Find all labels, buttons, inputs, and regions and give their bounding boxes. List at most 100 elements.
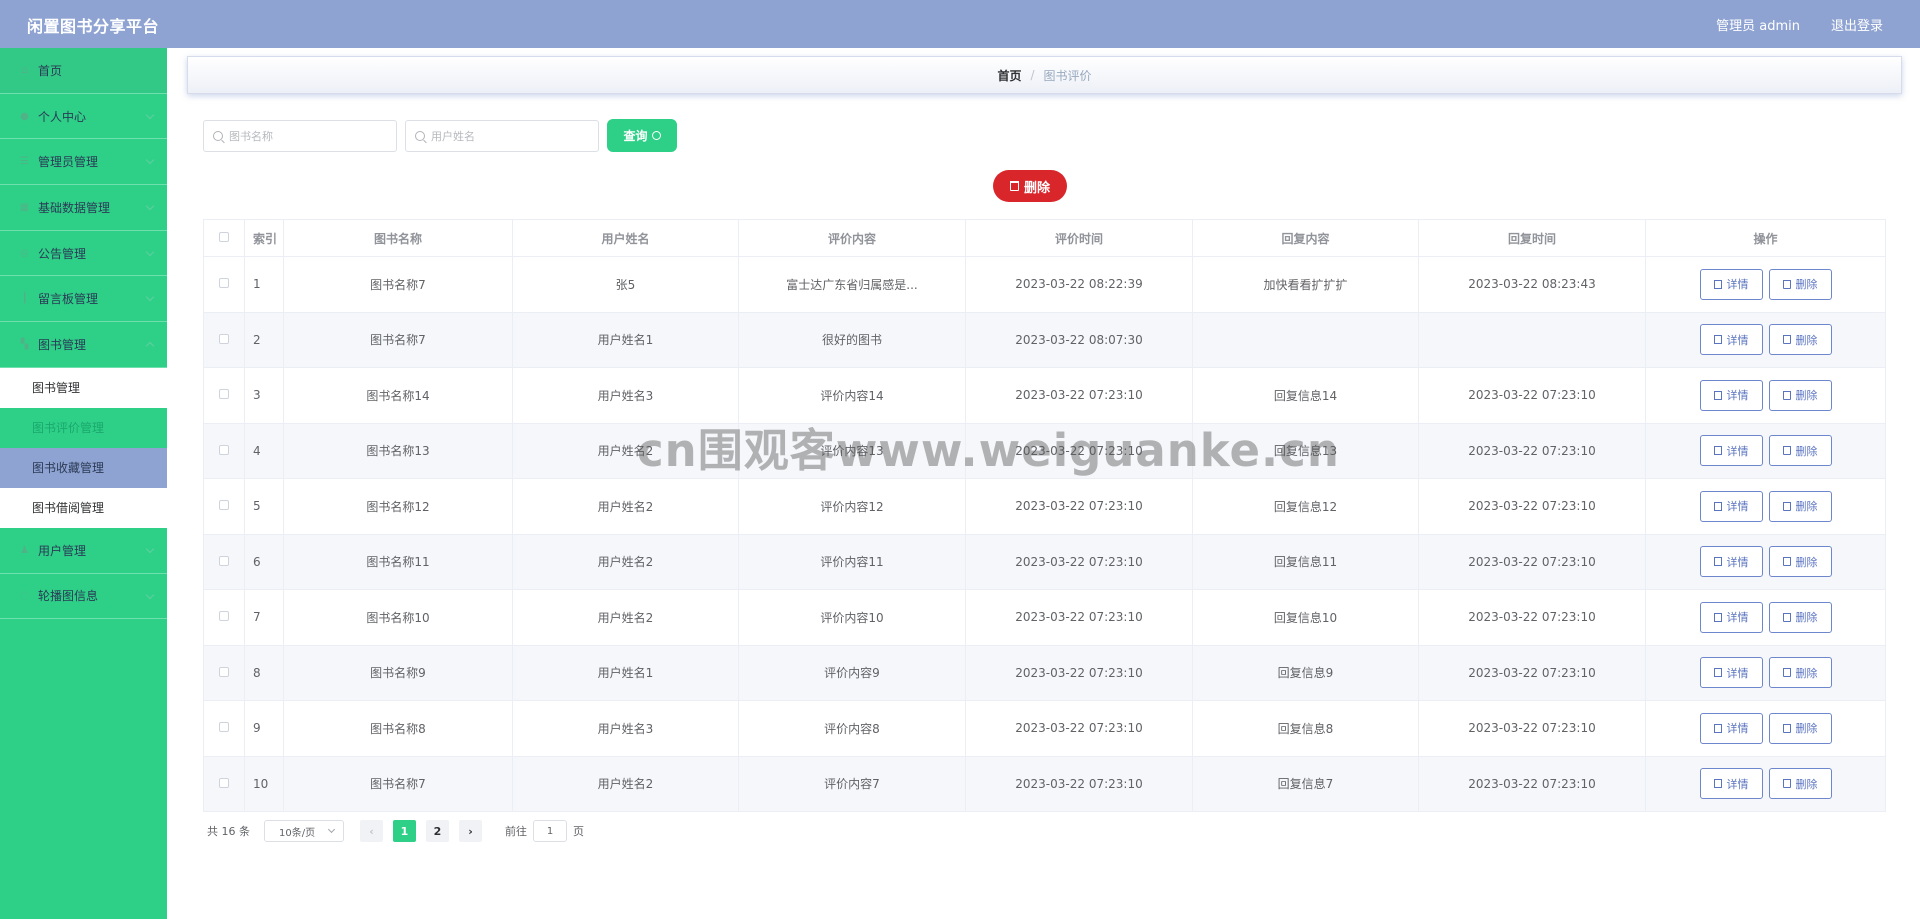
detail-button[interactable]: 详情 <box>1699 712 1763 744</box>
delete-label: 删除 <box>1795 722 1818 736</box>
breadcrumb-home[interactable]: 首页 <box>997 67 1021 84</box>
logout-button[interactable]: 退出登录 <box>1831 15 1883 34</box>
delete-label: 删除 <box>1795 278 1818 292</box>
document-icon <box>1713 446 1722 456</box>
table-row: 9 图书名称8 用户姓名3 评价内容8 2023-03-22 07:23:10 回复信息8… <box>203 700 1886 757</box>
sidebar-item-book-management[interactable]: ▚ 图书管理 <box>0 322 167 368</box>
detail-button[interactable]: 详情 <box>1699 657 1763 689</box>
row-checkbox[interactable] <box>219 722 229 733</box>
table-row: 2 图书名称7 用户姓名1 很好的图书 2023-03-22 08:07:30 详情 删除 <box>203 311 1886 368</box>
row-checkbox[interactable] <box>219 777 229 788</box>
user-name-search <box>405 120 599 152</box>
sidebar-item-message-board[interactable]: ┃ 留言板管理 <box>0 276 167 323</box>
table-row: 1 图书名称7 张5 富士达广东省归属感是... 2023-03-22 08:22:39… <box>203 256 1886 313</box>
search-icon <box>415 131 425 141</box>
goto-page-input[interactable] <box>533 820 567 842</box>
row-checkbox[interactable] <box>219 555 229 566</box>
sidebar-item-carousel[interactable]: ◌ 轮播图信息 <box>0 574 167 620</box>
cell-reply-content: 回复信息9 <box>1192 644 1419 701</box>
detail-button[interactable]: 详情 <box>1699 546 1763 578</box>
prev-page-button[interactable]: ‹ <box>360 820 383 842</box>
cell-review-time: 2023-03-22 07:23:10 <box>965 589 1193 646</box>
submenu-item-book-borrow[interactable]: 图书借阅管理 <box>0 487 167 528</box>
row-checkbox[interactable] <box>219 278 229 289</box>
cell-reply-time: 2023-03-22 07:23:10 <box>1418 700 1646 757</box>
trash-icon <box>1782 557 1791 567</box>
row-checkbox[interactable] <box>219 611 229 622</box>
next-page-button[interactable]: › <box>459 820 482 842</box>
row-checkbox[interactable] <box>219 666 229 677</box>
page-1-button[interactable]: 1 <box>393 820 416 842</box>
user-name-input[interactable] <box>431 129 591 143</box>
detail-button[interactable]: 详情 <box>1699 768 1763 800</box>
column-header-reply: 回复内容 <box>1192 219 1419 257</box>
cell-review-content: 评价内容7 <box>738 755 966 812</box>
detail-button[interactable]: 详情 <box>1699 379 1763 411</box>
delete-button[interactable]: 删除 <box>1768 768 1832 800</box>
delete-button[interactable]: 删除 <box>1768 546 1832 578</box>
cell-review-content: 很好的图书 <box>738 311 966 368</box>
delete-button[interactable]: 删除 <box>1768 379 1832 411</box>
submenu-item-book-review[interactable]: 图书评价管理 <box>0 407 167 448</box>
row-checkbox[interactable] <box>219 444 229 455</box>
delete-button[interactable]: 删除 <box>1768 490 1832 522</box>
cell-reply-time: 2023-03-22 07:23:10 <box>1418 422 1646 479</box>
detail-label: 详情 <box>1726 722 1749 736</box>
sidebar-item-label: 公告管理 <box>38 246 87 261</box>
delete-label: 删除 <box>1795 777 1818 791</box>
sidebar-item-user-management[interactable]: ♟ 用户管理 <box>0 528 167 574</box>
detail-button[interactable]: 详情 <box>1699 435 1763 467</box>
cell-index: 2 <box>244 311 284 368</box>
sidebar-item-admin-management[interactable]: ☰ 管理员管理 <box>0 139 167 186</box>
cell-reply-content: 回复信息11 <box>1192 533 1419 590</box>
detail-button[interactable]: 详情 <box>1699 601 1763 633</box>
cell-user-name: 张5 <box>512 256 739 313</box>
delete-button[interactable]: 删除 <box>1768 435 1832 467</box>
book-name-input[interactable] <box>229 129 389 143</box>
select-all-checkbox[interactable] <box>219 232 229 242</box>
users-icon: ♟ <box>20 544 29 556</box>
cell-book-name: 图书名称7 <box>283 311 513 368</box>
detail-button[interactable]: 详情 <box>1699 490 1763 522</box>
goto-suffix: 页 <box>573 825 584 838</box>
row-checkbox[interactable] <box>219 500 229 511</box>
table-row: 5 图书名称12 用户姓名2 评价内容12 2023-03-22 07:23:10 回复信… <box>203 478 1886 535</box>
cell-review-content: 评价内容11 <box>738 533 966 590</box>
detail-button[interactable]: 详情 <box>1699 268 1763 300</box>
document-icon <box>1713 335 1722 345</box>
watermark: cn围观客www.weiguanke.cn <box>637 424 1340 477</box>
sidebar-item-label: 图书管理 <box>38 337 87 352</box>
query-button[interactable]: 查询 <box>607 119 677 152</box>
cell-review-content: 评价内容8 <box>738 700 966 757</box>
cell-reply-content: 回复信息8 <box>1192 700 1419 757</box>
chevron-down-icon <box>327 825 336 834</box>
cell-actions: 详情 删除 <box>1645 589 1886 646</box>
sidebar-item-label: 个人中心 <box>38 109 87 124</box>
sidebar-item-personal-center[interactable]: ● 个人中心 <box>0 94 167 140</box>
current-user: 管理员 admin <box>1716 19 1800 34</box>
submenu-item-book-management[interactable]: 图书管理 <box>0 367 167 408</box>
row-checkbox[interactable] <box>219 389 229 400</box>
sidebar-item-basic-data[interactable]: ▦ 基础数据管理 <box>0 185 167 231</box>
submenu-item-book-favorites[interactable]: 图书收藏管理 <box>0 447 167 488</box>
sidebar-item-notice[interactable]: ◎ 公告管理 <box>0 231 167 277</box>
delete-button[interactable]: 删除 <box>1768 324 1832 356</box>
sidebar-item-home[interactable]: ⌂ 首页 <box>0 48 167 94</box>
cell-actions: 详情 删除 <box>1645 422 1886 479</box>
delete-button[interactable]: 删除 <box>1768 657 1832 689</box>
document-icon <box>1713 501 1722 511</box>
row-checkbox[interactable] <box>219 333 229 344</box>
cell-index: 10 <box>244 755 284 812</box>
page-2-button[interactable]: 2 <box>426 820 449 842</box>
batch-delete-button[interactable]: 删除 <box>993 170 1067 202</box>
document-icon <box>1713 612 1722 622</box>
cell-reply-content: 回复信息12 <box>1192 478 1419 535</box>
detail-button[interactable]: 详情 <box>1699 324 1763 356</box>
delete-button[interactable]: 删除 <box>1768 268 1832 300</box>
detail-label: 详情 <box>1726 444 1749 458</box>
delete-button[interactable]: 删除 <box>1768 601 1832 633</box>
cell-user-name: 用户姓名2 <box>512 533 739 590</box>
delete-button[interactable]: 删除 <box>1768 712 1832 744</box>
detail-label: 详情 <box>1726 333 1749 347</box>
page-size-select[interactable]: 10条/页 <box>264 820 344 842</box>
